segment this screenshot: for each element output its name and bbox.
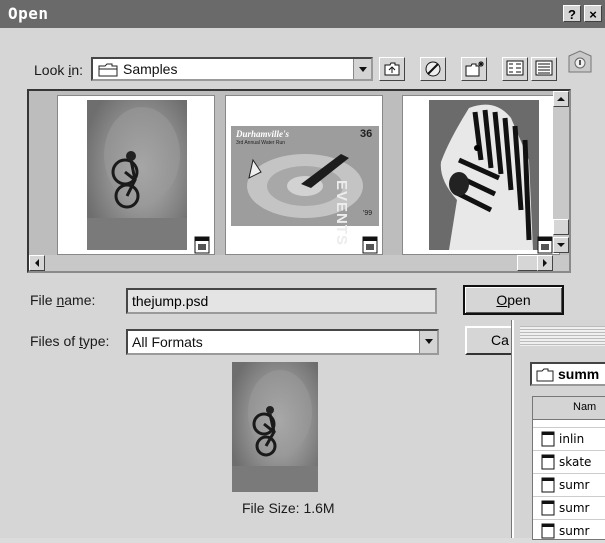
photoshop-file-icon — [541, 477, 555, 493]
arrow-down-icon — [557, 243, 565, 247]
arrow-right-icon — [543, 259, 547, 267]
thumbnail-browser: Durhamville's 3rd Annual Water Run 36 EV… — [27, 89, 571, 273]
folder-icon — [98, 63, 118, 77]
window-title: Open — [8, 4, 49, 23]
desktop-icon — [425, 61, 441, 77]
tips-icon — [568, 50, 592, 73]
arrow-up-icon — [557, 97, 565, 101]
poster-side-suffix: '99 — [363, 210, 373, 217]
up-folder-button[interactable] — [379, 57, 405, 81]
name-column-header[interactable]: Nam — [533, 397, 605, 420]
scroll-down-button[interactable] — [553, 237, 569, 253]
details-view-icon — [535, 60, 553, 76]
scroll-thumb[interactable] — [517, 255, 539, 271]
list-item[interactable]: sumr — [533, 496, 605, 520]
file-name-value: thejump.psd — [132, 293, 209, 309]
list-item[interactable]: sumr — [533, 519, 605, 543]
look-in-label: Look in: — [34, 62, 84, 78]
horizontal-scrollbar[interactable] — [29, 255, 569, 271]
poster-side-word: EVENTS — [333, 180, 350, 247]
folder-icon — [536, 368, 554, 382]
help-button[interactable]: ? — [563, 5, 581, 22]
photoshop-file-icon — [194, 236, 210, 254]
secondary-window: summ Nam inlin skate sumr sumr sumr — [512, 320, 605, 540]
thumbnail-cell[interactable] — [57, 95, 215, 255]
new-folder-icon — [465, 61, 484, 77]
file-list: Nam inlin skate sumr sumr sumr — [532, 396, 605, 540]
new-folder-button[interactable] — [461, 57, 487, 81]
look-in-value: Samples — [123, 61, 178, 77]
scroll-left-button[interactable] — [29, 255, 45, 271]
photoshop-file-icon — [362, 236, 378, 254]
scroll-up-button[interactable] — [553, 91, 569, 107]
list-view-icon — [506, 60, 524, 76]
scroll-thumb[interactable] — [553, 219, 569, 235]
file-name-label: File name: — [30, 292, 96, 308]
thumbnail-image — [429, 100, 539, 250]
desktop-button[interactable] — [420, 57, 446, 81]
photoshop-file-icon — [541, 454, 555, 470]
poster-title: Durhamville's — [236, 129, 290, 139]
chevron-down-icon[interactable] — [419, 331, 437, 353]
file-name-input[interactable]: thejump.psd — [126, 288, 437, 314]
poster-subtitle: 3rd Annual Water Run — [236, 140, 286, 146]
open-dialog: Open ? × Look in: Samples Durhamville's … — [0, 0, 605, 540]
close-button[interactable]: × — [584, 5, 602, 22]
title-bar[interactable]: Open ? × — [0, 0, 605, 28]
tips-button[interactable] — [566, 50, 594, 74]
thumbnail-image — [87, 100, 187, 250]
photoshop-file-icon — [541, 431, 555, 447]
poster-side-number: 36 — [360, 128, 373, 140]
details-view-button[interactable] — [531, 57, 557, 81]
files-of-type-value: All Formats — [132, 334, 203, 350]
open-button[interactable]: Open — [463, 285, 564, 315]
list-item[interactable]: inlin — [533, 427, 605, 451]
photoshop-file-icon — [541, 523, 555, 539]
up-folder-icon — [384, 62, 400, 76]
window-grip[interactable] — [520, 326, 605, 346]
vertical-scrollbar[interactable] — [553, 91, 569, 253]
preview-image — [232, 362, 318, 492]
folder-dropdown[interactable]: summ — [530, 362, 605, 386]
scroll-right-button[interactable] — [537, 255, 553, 271]
list-item[interactable]: sumr — [533, 473, 605, 497]
folder-name: summ — [558, 366, 600, 382]
look-in-dropdown[interactable]: Samples — [91, 57, 373, 81]
files-of-type-label: Files of type: — [30, 333, 110, 349]
list-item[interactable]: skate — [533, 450, 605, 474]
arrow-left-icon — [35, 259, 39, 267]
list-view-button[interactable] — [502, 57, 528, 81]
photoshop-file-icon — [541, 500, 555, 516]
files-of-type-dropdown[interactable]: All Formats — [126, 329, 439, 355]
thumbnail-cell[interactable] — [402, 95, 560, 255]
file-size-text: File Size: 1.6M — [242, 500, 335, 516]
chevron-down-icon[interactable] — [353, 59, 371, 79]
thumbnail-cell[interactable]: Durhamville's 3rd Annual Water Run 36 EV… — [225, 95, 383, 255]
